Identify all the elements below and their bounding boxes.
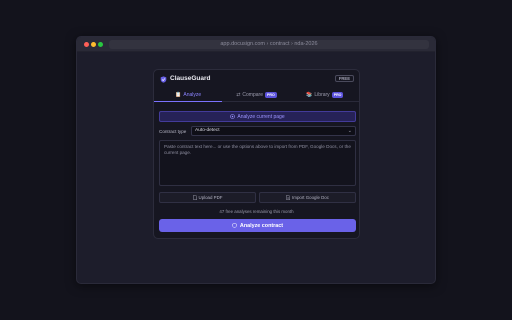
upload-pdf-label: Upload PDF bbox=[198, 195, 223, 200]
document-icon bbox=[286, 195, 291, 200]
tab-library-label: Library bbox=[314, 92, 330, 98]
contract-type-label: Contract type bbox=[159, 129, 187, 134]
title-bar: app.docusign.com › contract › nda-2026 bbox=[77, 37, 435, 52]
books-icon: 📚 bbox=[306, 92, 313, 98]
tab-library[interactable]: 📚 Library PRO bbox=[291, 89, 359, 101]
file-icon bbox=[192, 195, 197, 200]
tab-bar: 📋 Analyze ⇄ Compare PRO 📚 Library PRO bbox=[154, 89, 359, 102]
tab-analyze[interactable]: 📋 Analyze bbox=[154, 89, 223, 102]
remaining-analyses-text: 47 free analyses remaining this month bbox=[219, 209, 294, 214]
maximize-window-button[interactable] bbox=[98, 42, 103, 47]
target-icon bbox=[230, 114, 236, 119]
analyze-current-page-button[interactable]: Analyze current page bbox=[159, 111, 356, 122]
import-google-doc-label: Import Google Doc bbox=[292, 195, 329, 200]
close-window-button[interactable] bbox=[84, 42, 89, 47]
tab-compare[interactable]: ⇄ Compare PRO bbox=[222, 89, 290, 101]
chevron-down-icon: ⌄ bbox=[347, 128, 352, 134]
tab-compare-label: Compare bbox=[242, 92, 263, 98]
contract-type-select[interactable]: Auto-detect ⌄ bbox=[191, 126, 356, 136]
contract-text-input[interactable]: Paste contract text here... or use the o… bbox=[159, 140, 356, 186]
import-google-doc-button[interactable]: Import Google Doc bbox=[259, 192, 356, 203]
tab-analyze-label: Analyze bbox=[183, 92, 202, 98]
clipboard-icon: 📋 bbox=[175, 92, 182, 98]
analyze-current-page-label: Analyze current page bbox=[237, 113, 285, 120]
pro-badge: PRO bbox=[331, 92, 344, 98]
address-bar[interactable]: app.docusign.com › contract › nda-2026 bbox=[109, 40, 429, 49]
extension-panel: ClauseGuard FREE 📋 Analyze ⇄ Compare PRO… bbox=[153, 69, 360, 239]
analyze-contract-button[interactable]: Analyze contract bbox=[159, 219, 356, 232]
clauseguard-logo-icon bbox=[160, 76, 167, 83]
shield-icon bbox=[232, 223, 237, 228]
minimize-window-button[interactable] bbox=[91, 42, 96, 47]
plan-badge: FREE bbox=[334, 75, 354, 82]
contract-type-value: Auto-detect bbox=[195, 128, 220, 133]
browser-window: app.docusign.com › contract › nda-2026 C… bbox=[76, 36, 436, 284]
panel-header: ClauseGuard FREE bbox=[154, 70, 359, 89]
pro-badge: PRO bbox=[264, 92, 277, 98]
brand-name: ClauseGuard bbox=[170, 75, 211, 82]
compare-icon: ⇄ bbox=[236, 92, 241, 98]
analyze-contract-label: Analyze contract bbox=[239, 222, 284, 229]
upload-pdf-button[interactable]: Upload PDF bbox=[159, 192, 256, 203]
